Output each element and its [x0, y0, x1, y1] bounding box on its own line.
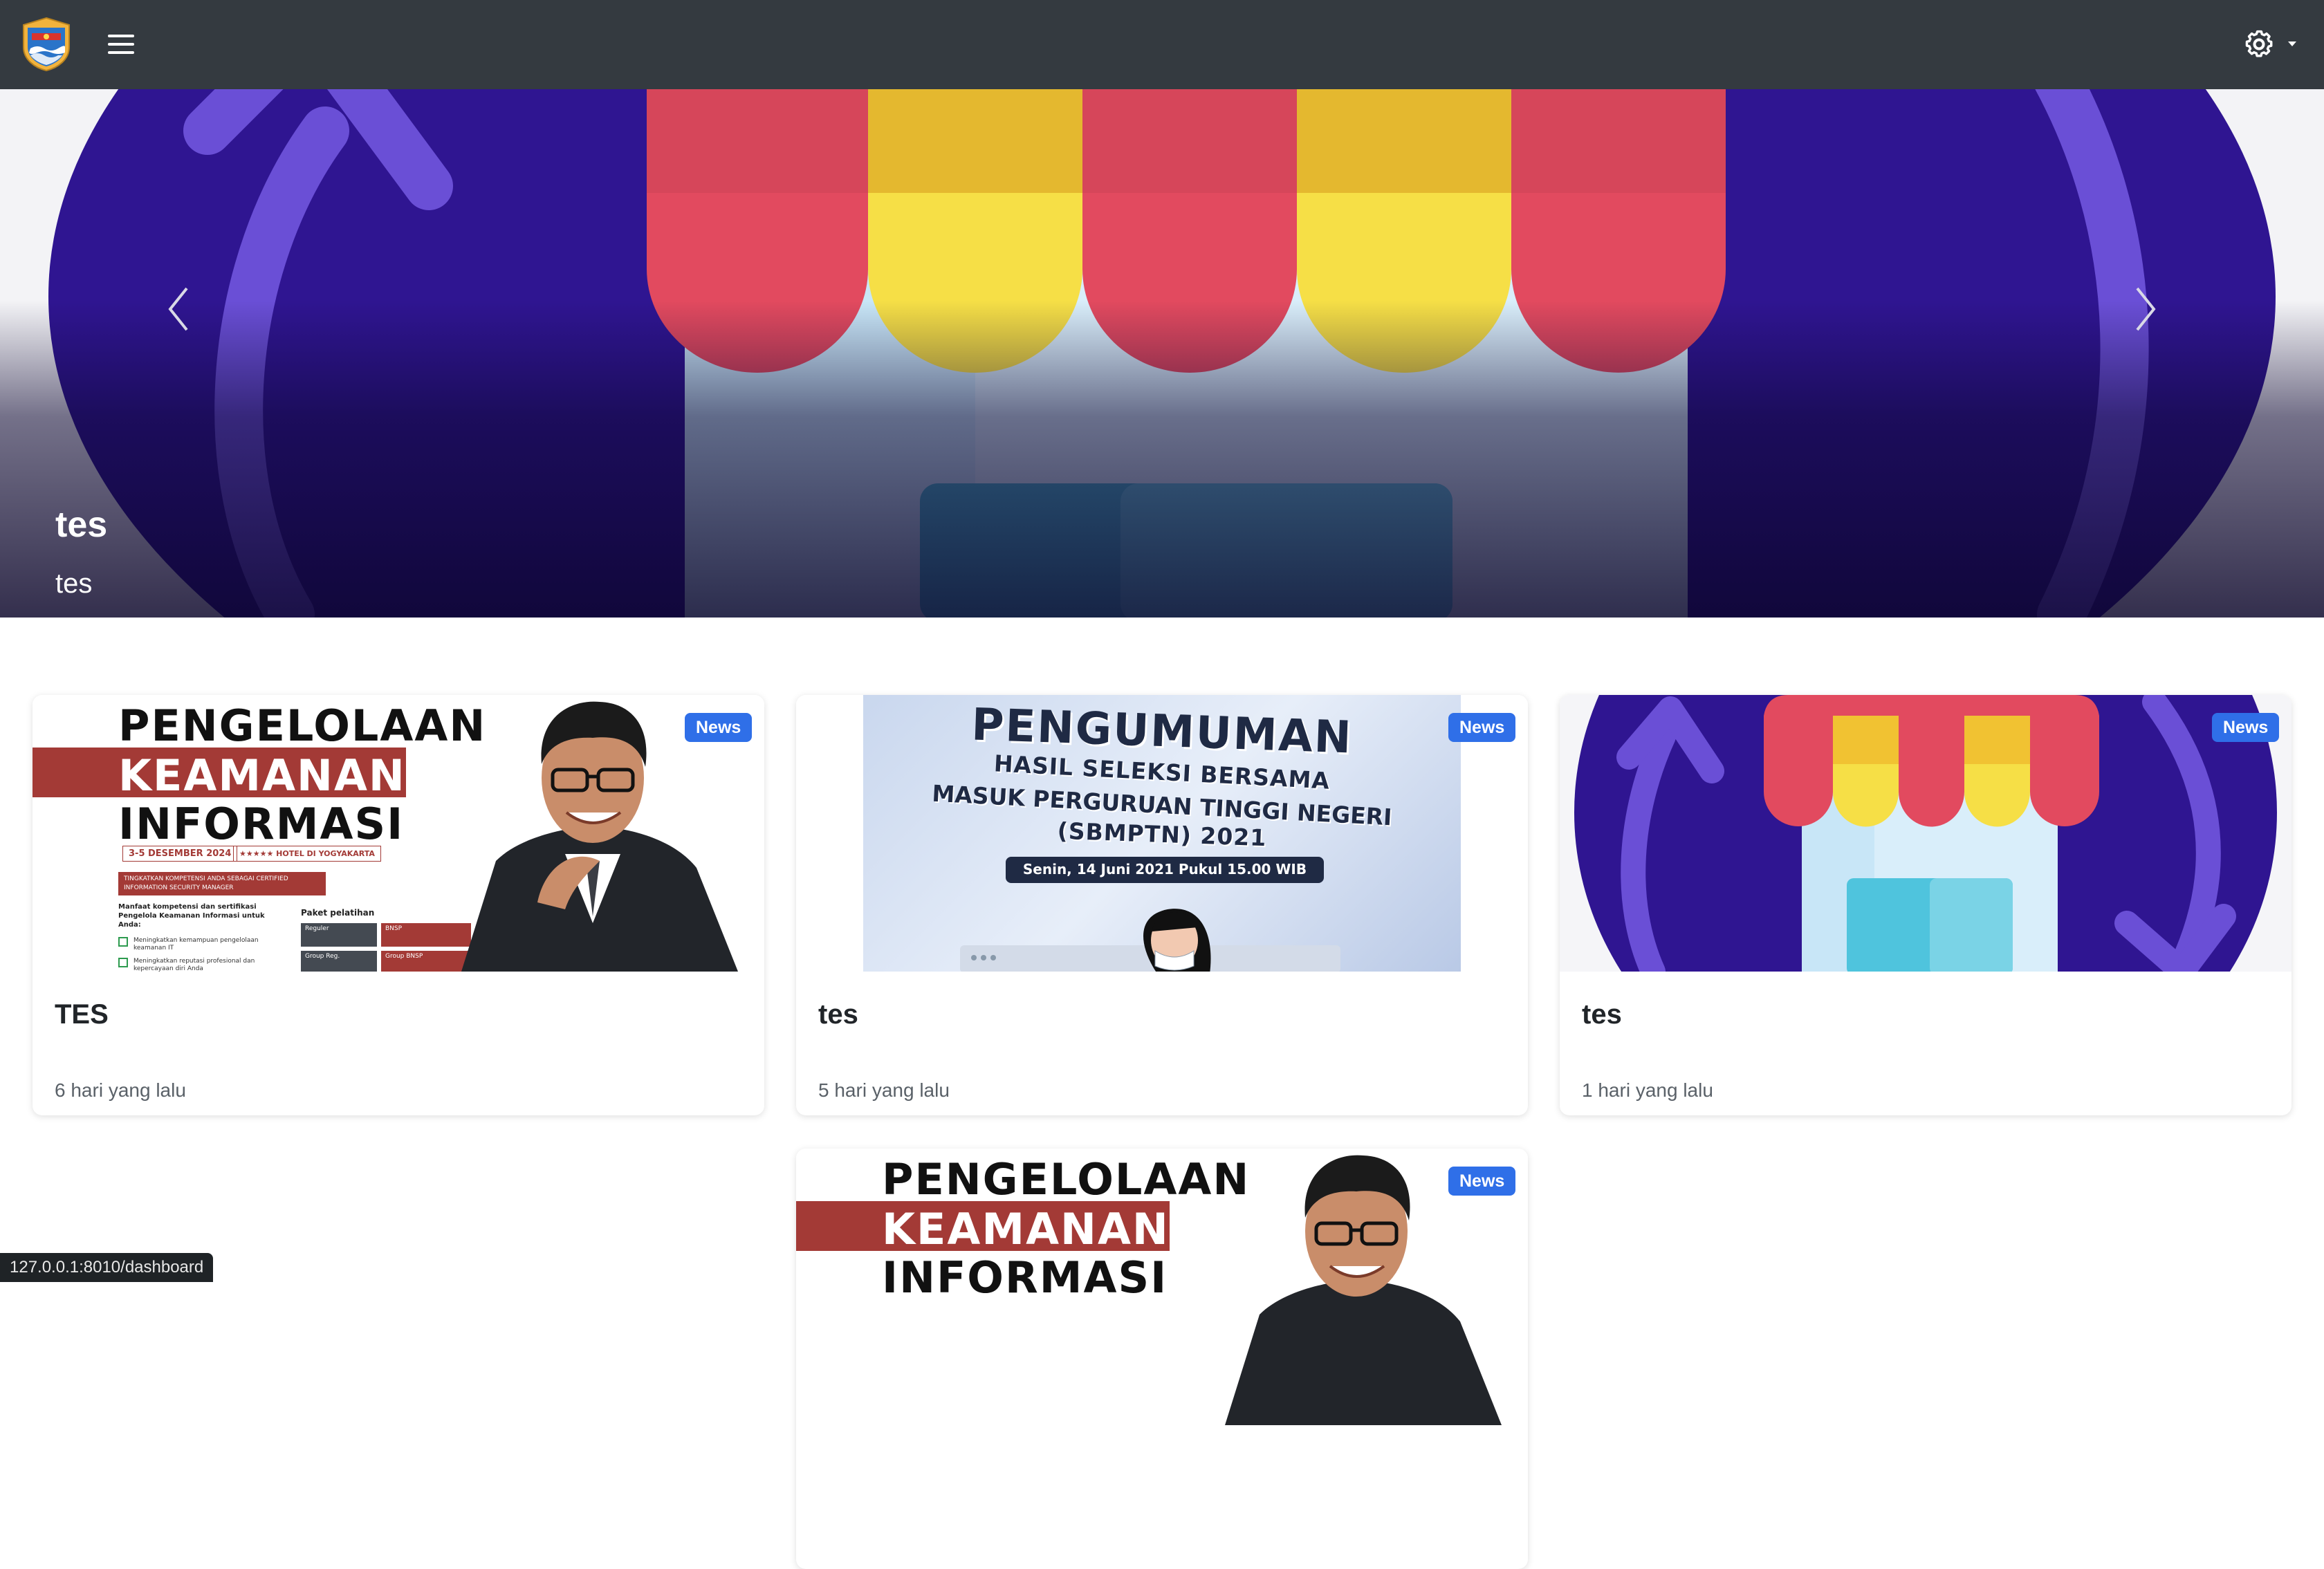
news-card-image: PENGELOLAAN KEAMANAN INFORMASI 3-5 DESEM…: [33, 695, 764, 972]
news-card[interactable]: PENGUMUMAN HASIL SELEKSI BERSAMA MASUK P…: [796, 695, 1528, 1115]
top-navbar: [0, 0, 2324, 89]
hero-carousel[interactable]: tes tes: [0, 89, 2324, 618]
chevron-left-icon: [168, 287, 188, 331]
news-card[interactable]: News tes 1 hari yang lalu: [1560, 695, 2291, 1115]
news-card-time: 5 hari yang lalu: [818, 1079, 950, 1101]
news-badge: News: [685, 713, 753, 742]
browser-status-url: 127.0.0.1:8010/dashboard: [0, 1253, 214, 1282]
news-card-title[interactable]: tes: [818, 999, 858, 1030]
hamburger-icon: [108, 35, 134, 37]
news-badge: News: [1448, 1167, 1516, 1196]
news-card-title[interactable]: TES: [55, 999, 109, 1030]
gear-icon: [2245, 30, 2273, 57]
caret-down-icon: [2288, 41, 2296, 46]
storefront-icon: [1560, 695, 2291, 972]
news-badge: News: [2212, 713, 2280, 742]
news-card-title[interactable]: tes: [1582, 999, 1622, 1030]
news-card-image: [1560, 695, 2291, 972]
news-card-time: 6 hari yang lalu: [55, 1079, 186, 1101]
settings-dropdown-button[interactable]: [2241, 26, 2309, 62]
news-card[interactable]: PENGELOLAAN KEAMANAN INFORMASI News: [796, 1149, 1528, 1569]
news-card-image: PENGELOLAAN KEAMANAN INFORMASI: [796, 1149, 1528, 1425]
sidebar-toggle-button[interactable]: [104, 30, 138, 58]
chevron-right-icon: [2136, 287, 2156, 331]
carousel-next-button[interactable]: [2116, 269, 2179, 352]
news-card[interactable]: PENGELOLAAN KEAMANAN INFORMASI 3-5 DESEM…: [33, 695, 764, 1115]
news-badge: News: [1448, 713, 1516, 742]
news-card-image: PENGUMUMAN HASIL SELEKSI BERSAMA MASUK P…: [796, 695, 1528, 972]
news-card-time: 1 hari yang lalu: [1582, 1079, 1713, 1101]
carousel-slide-title: tes: [55, 505, 108, 545]
carousel-slide-caption: tes: [55, 568, 93, 599]
carousel-prev-button[interactable]: [145, 269, 208, 352]
city-emblem-logo[interactable]: [21, 17, 72, 72]
